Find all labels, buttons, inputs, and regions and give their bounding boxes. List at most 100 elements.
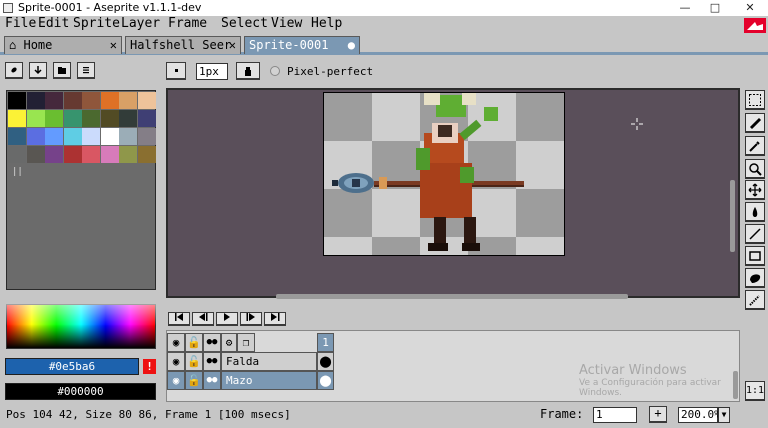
menu-file[interactable]: File (5, 16, 36, 31)
play-button[interactable] (216, 312, 238, 326)
sprite-canvas[interactable] (323, 92, 565, 256)
palette-swatch[interactable] (45, 110, 63, 127)
tab-close-icon[interactable]: ✕ (229, 37, 236, 53)
palette-swatch[interactable] (137, 128, 156, 145)
palette-swatch[interactable] (82, 146, 100, 163)
previous-frame-button[interactable] (192, 312, 214, 326)
horizontal-scrollbar[interactable] (276, 294, 628, 299)
palette-swatch[interactable] (119, 110, 137, 127)
last-frame-button[interactable] (264, 312, 286, 326)
brush-type-button[interactable] (166, 62, 186, 80)
palette-swatch[interactable] (45, 128, 63, 145)
foreground-color-button[interactable]: #0e5ba6 (5, 358, 139, 375)
palette-swatch[interactable] (119, 146, 137, 163)
eyedropper-tool-button[interactable] (745, 136, 765, 156)
palette-swatch[interactable] (63, 146, 82, 163)
palette-swatch[interactable] (26, 110, 45, 127)
marquee-tool-button[interactable] (745, 90, 765, 110)
eye-icon[interactable]: ◉ (167, 371, 185, 390)
ink-type-button[interactable] (236, 62, 260, 80)
eye-icon[interactable]: ◉ (167, 333, 185, 352)
palette-swatch[interactable] (63, 110, 82, 127)
palette-swatch[interactable] (26, 128, 45, 145)
palette-presets-button[interactable] (53, 62, 71, 79)
palette-swatch[interactable] (137, 92, 156, 109)
cel-icon[interactable]: ⬤ (317, 352, 334, 371)
ratio-button[interactable]: 1:1 (745, 381, 765, 401)
zoom-dropdown-icon[interactable]: ▼ (718, 407, 730, 423)
lock-icon[interactable]: 🔓 (185, 333, 203, 352)
tab-halfshell-seer[interactable]: Halfshell Seer ✕ (125, 36, 241, 54)
pixel-perfect-checkbox[interactable] (270, 66, 280, 76)
palette-swatch[interactable] (137, 146, 156, 163)
palette-swatch[interactable] (45, 146, 63, 163)
menu-view[interactable]: View (271, 16, 302, 31)
lock-icon[interactable]: 🔓 (185, 352, 203, 371)
continuous-icon[interactable]: ●● (203, 333, 221, 352)
palette-resize-handle[interactable]: || (12, 167, 23, 177)
palette-swatch[interactable] (82, 110, 100, 127)
layer-row-mazo[interactable]: ◉ 🔓 ●● Mazo ⬤ (167, 371, 335, 390)
close-window-button[interactable]: ✕ (735, 0, 765, 16)
palette-swatch[interactable] (100, 110, 119, 127)
menu-help[interactable]: Help (311, 16, 342, 31)
menu-edit[interactable]: Edit (38, 16, 69, 31)
menu-frame[interactable]: Frame (168, 16, 207, 31)
pencil-tool-button[interactable] (745, 113, 765, 133)
gear-icon[interactable]: ⚙ (221, 333, 237, 352)
first-frame-button[interactable] (168, 312, 190, 326)
sprite-editor[interactable] (166, 88, 740, 299)
onion-skin-icon[interactable]: ❐ (237, 333, 255, 352)
minimize-button[interactable]: — (670, 0, 700, 16)
palette-swatch[interactable] (137, 110, 156, 127)
tab-close-icon[interactable]: ✕ (110, 37, 117, 53)
palette-swatch[interactable] (8, 110, 26, 127)
palette-swatch[interactable] (100, 92, 119, 109)
palette-swatch[interactable] (82, 92, 100, 109)
frame-field[interactable]: 1 (593, 407, 637, 423)
tab-modified-icon[interactable]: ● (348, 37, 355, 53)
timeline-scrollbar[interactable] (733, 371, 738, 399)
continuous-icon[interactable]: ●● (203, 352, 221, 371)
palette-swatch[interactable] (63, 128, 82, 145)
eye-icon[interactable]: ◉ (167, 352, 185, 371)
palette-swatch[interactable] (8, 92, 26, 109)
palette-swatch[interactable] (8, 128, 26, 145)
fill-tool-button[interactable] (745, 202, 765, 222)
palette-swatch[interactable] (119, 128, 137, 145)
vertical-scrollbar[interactable] (730, 180, 735, 252)
frame-header-1[interactable]: 1 (317, 333, 334, 352)
layer-name[interactable]: Falda (221, 352, 317, 371)
palette-swatch[interactable] (45, 92, 63, 109)
zoom-tool-button[interactable] (745, 159, 765, 179)
contour-tool-button[interactable] (745, 268, 765, 288)
palette-swatch[interactable] (8, 146, 26, 163)
palette-options-button[interactable] (77, 62, 95, 79)
palette-swatch[interactable] (100, 128, 119, 145)
layer-row-falda[interactable]: ◉ 🔓 ●● Falda ⬤ (167, 352, 335, 371)
tab-sprite-0001[interactable]: Sprite-0001 ● (244, 36, 360, 54)
move-tool-button[interactable] (745, 180, 765, 200)
palette-swatch[interactable] (82, 128, 100, 145)
menu-sprite[interactable]: Sprite (73, 16, 120, 31)
menu-layer[interactable]: Layer (121, 16, 160, 31)
edit-palette-button[interactable] (5, 62, 23, 79)
palette-sort-button[interactable] (29, 62, 47, 79)
lock-icon[interactable]: 🔓 (185, 371, 203, 390)
palette-swatch[interactable] (26, 92, 45, 109)
rectangle-tool-button[interactable] (745, 246, 765, 266)
background-color-button[interactable]: #000000 (5, 383, 156, 400)
line-tool-button[interactable] (745, 224, 765, 244)
continuous-icon[interactable]: ●● (203, 371, 221, 390)
brush-size-field[interactable]: 1px (196, 63, 228, 80)
cel-icon[interactable]: ⬤ (317, 371, 334, 390)
maximize-button[interactable]: □ (700, 0, 730, 16)
zoom-field[interactable]: 200.0% (678, 407, 721, 423)
palette-swatch[interactable] (100, 146, 119, 163)
layer-name[interactable]: Mazo (221, 371, 317, 390)
blur-tool-button[interactable] (745, 290, 765, 310)
warning-icon[interactable]: ! (143, 359, 156, 374)
palette-swatch[interactable] (119, 92, 137, 109)
next-frame-button[interactable] (240, 312, 262, 326)
menu-select[interactable]: Select (221, 16, 268, 31)
